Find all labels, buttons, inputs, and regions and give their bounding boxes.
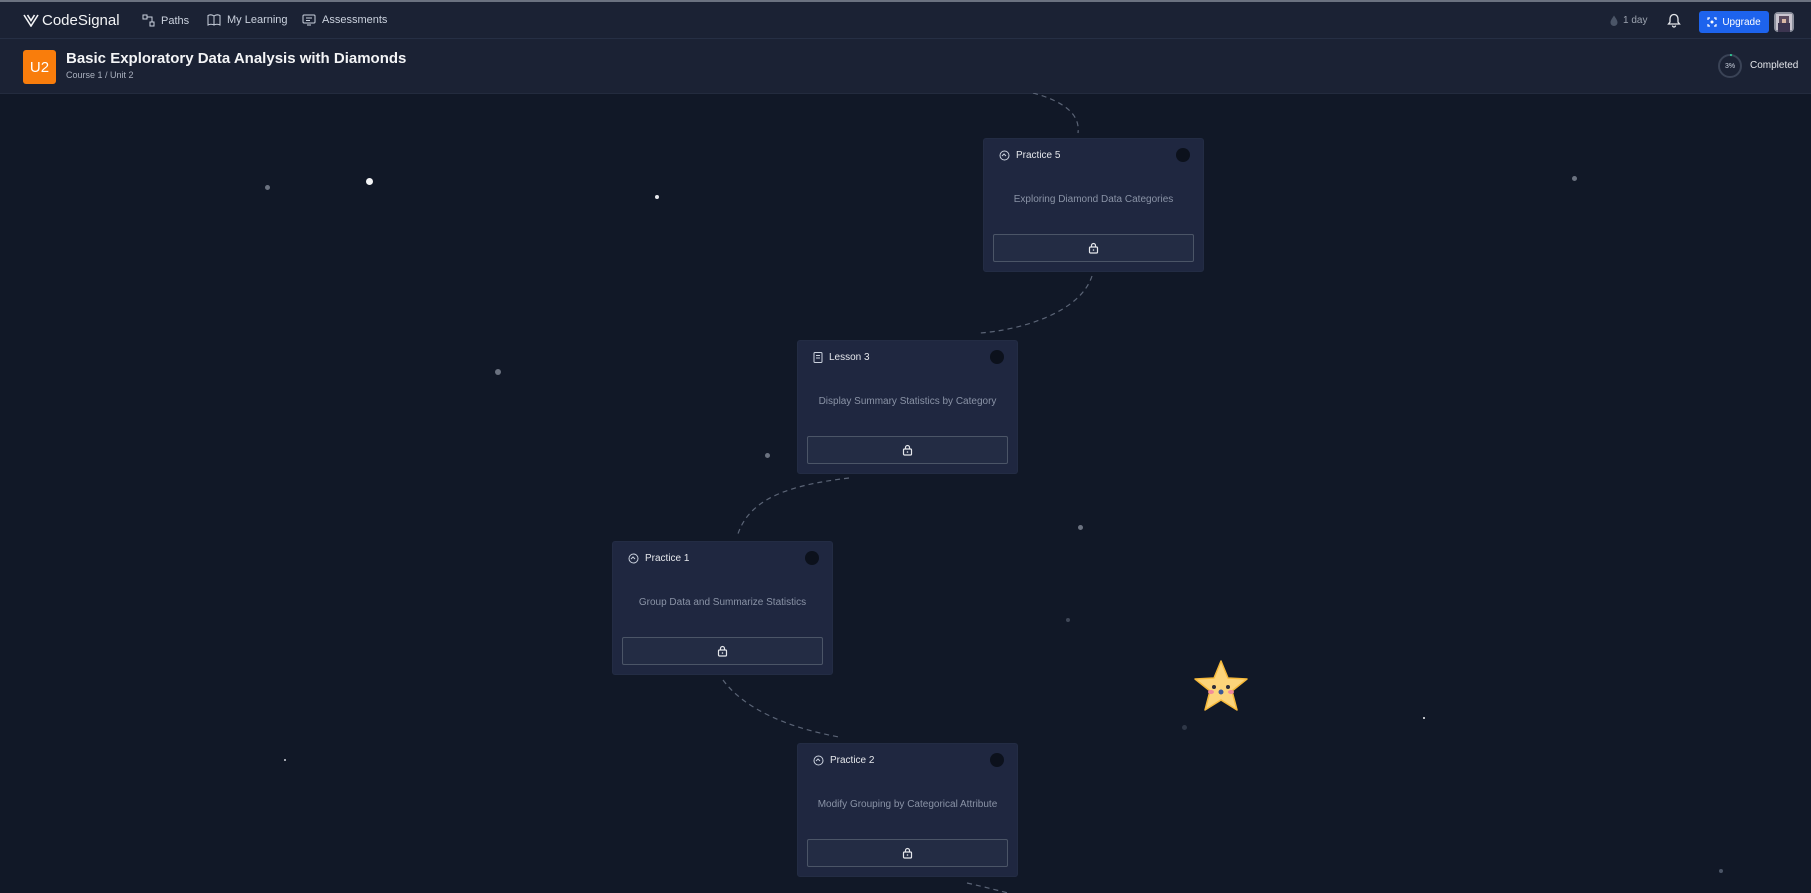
card-type-label: Practice 2 bbox=[830, 755, 875, 766]
assessment-icon bbox=[302, 14, 316, 26]
lock-icon bbox=[717, 645, 728, 657]
nav-paths-label: Paths bbox=[161, 14, 190, 27]
locked-start-button[interactable] bbox=[993, 234, 1194, 262]
connector-bottom bbox=[966, 882, 1011, 893]
card-lesson-3[interactable]: Lesson 3 Display Summary Statistics by C… bbox=[797, 340, 1018, 474]
locked-start-button[interactable] bbox=[807, 436, 1008, 464]
card-practice-2[interactable]: Practice 2 Modify Grouping by Categorica… bbox=[797, 743, 1018, 877]
card-title: Group Data and Summarize Statistics bbox=[638, 597, 807, 608]
background-star bbox=[1423, 717, 1425, 719]
status-indicator bbox=[990, 350, 1004, 364]
background-star bbox=[1182, 725, 1187, 730]
unit-title: Basic Exploratory Data Analysis with Dia… bbox=[66, 50, 407, 67]
nav-assessments-label: Assessments bbox=[322, 14, 388, 26]
status-indicator bbox=[1176, 148, 1190, 162]
card-header: Practice 5 bbox=[999, 150, 1060, 161]
connector-practice1-practice2 bbox=[722, 679, 840, 738]
lock-icon bbox=[902, 847, 913, 859]
connector-top bbox=[1032, 93, 1079, 134]
card-header: Practice 2 bbox=[813, 755, 874, 766]
background-star bbox=[655, 195, 659, 199]
background-star bbox=[284, 759, 286, 761]
background-star bbox=[495, 369, 501, 375]
upgrade-icon bbox=[1707, 17, 1717, 27]
unit-header: U2 Basic Exploratory Data Analysis with … bbox=[0, 39, 1811, 94]
background-star bbox=[1066, 618, 1070, 622]
background-star bbox=[366, 178, 373, 185]
card-header: Practice 1 bbox=[628, 553, 689, 564]
background-star bbox=[265, 185, 270, 190]
codesignal-logo-icon bbox=[23, 14, 39, 27]
brand-name: CodeSignal bbox=[42, 12, 120, 29]
lesson-icon bbox=[813, 352, 823, 363]
nav-paths[interactable]: Paths bbox=[142, 14, 189, 27]
lock-icon bbox=[1088, 242, 1099, 254]
bell-icon bbox=[1667, 13, 1681, 28]
card-practice-5[interactable]: Practice 5 Exploring Diamond Data Catego… bbox=[983, 138, 1204, 272]
practice-icon bbox=[813, 755, 824, 766]
background-star bbox=[1719, 869, 1723, 873]
card-header: Lesson 3 bbox=[813, 352, 870, 363]
background-star bbox=[765, 453, 770, 458]
star-mascot bbox=[1192, 659, 1250, 720]
practice-icon bbox=[628, 553, 639, 564]
background-star bbox=[1572, 176, 1577, 181]
unit-badge: U2 bbox=[23, 50, 56, 84]
background-star bbox=[1078, 525, 1083, 530]
card-type-label: Lesson 3 bbox=[829, 352, 870, 363]
card-type-label: Practice 5 bbox=[1016, 150, 1061, 161]
book-icon bbox=[207, 14, 221, 26]
completed-label: Completed bbox=[1750, 60, 1799, 71]
upgrade-label: Upgrade bbox=[1722, 16, 1761, 28]
notifications-button[interactable] bbox=[1667, 13, 1681, 33]
avatar-image bbox=[1774, 12, 1794, 32]
unit-breadcrumb: Course 1 / Unit 2 bbox=[66, 70, 134, 80]
connector-lesson3-practice1 bbox=[736, 477, 850, 538]
locked-start-button[interactable] bbox=[807, 839, 1008, 867]
learning-path-map: Practice 5 Exploring Diamond Data Catego… bbox=[0, 93, 1811, 893]
nav-my-learning-label: My Learning bbox=[227, 14, 288, 26]
progress-percent: 3% bbox=[1724, 62, 1736, 70]
drop-icon bbox=[1610, 15, 1618, 26]
status-indicator bbox=[990, 753, 1004, 767]
lock-icon bbox=[902, 444, 913, 456]
star-mascot-icon bbox=[1194, 660, 1248, 711]
upgrade-button[interactable]: Upgrade bbox=[1699, 11, 1769, 33]
top-navigation-bar: CodeSignal Paths My Learning Assessments… bbox=[0, 0, 1811, 39]
progress-ring: 3% bbox=[1717, 53, 1743, 79]
card-practice-1[interactable]: Practice 1 Group Data and Summarize Stat… bbox=[612, 541, 833, 675]
card-title: Modify Grouping by Categorical Attribute bbox=[817, 799, 998, 810]
locked-start-button[interactable] bbox=[622, 637, 823, 665]
streak-indicator[interactable]: 1 day bbox=[1610, 15, 1647, 26]
card-type-label: Practice 1 bbox=[645, 553, 690, 564]
user-avatar[interactable] bbox=[1774, 12, 1794, 32]
card-title: Display Summary Statistics by Category bbox=[818, 396, 997, 407]
practice-icon bbox=[999, 150, 1010, 161]
codesignal-logo[interactable]: CodeSignal bbox=[23, 12, 120, 29]
nav-assessments[interactable]: Assessments bbox=[302, 14, 387, 26]
paths-icon bbox=[142, 14, 155, 27]
card-title: Exploring Diamond Data Categories bbox=[1013, 194, 1174, 205]
status-indicator bbox=[805, 551, 819, 565]
streak-label: 1 day bbox=[1623, 15, 1648, 26]
nav-my-learning[interactable]: My Learning bbox=[207, 14, 288, 26]
connector-practice5-lesson3 bbox=[979, 275, 1093, 334]
